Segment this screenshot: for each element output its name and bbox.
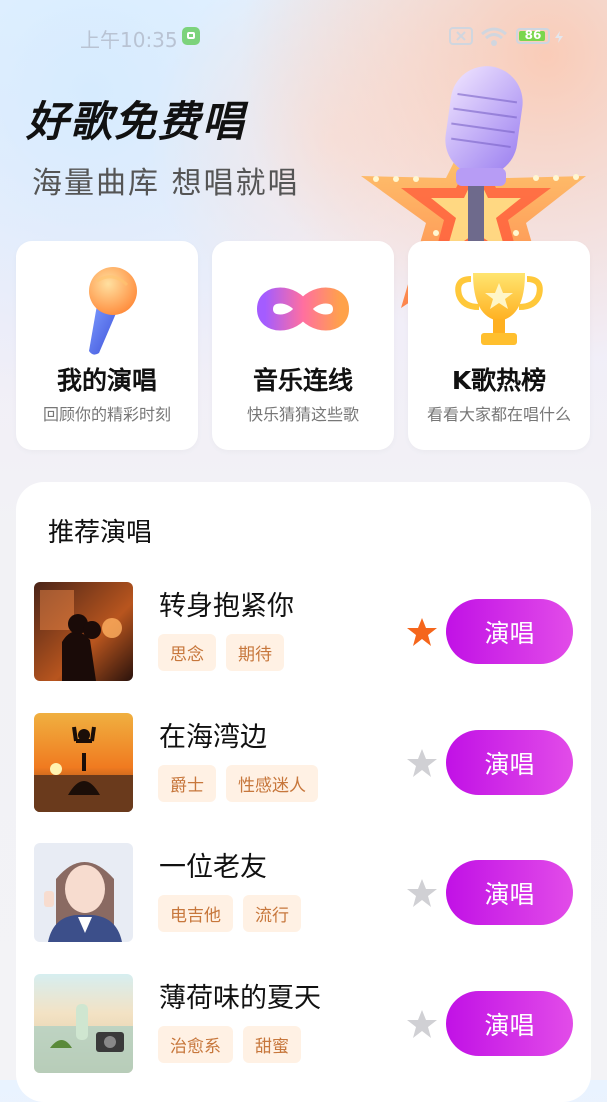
card-description: 回顾你的精彩时刻 bbox=[42, 405, 171, 424]
song-title: 在海湾边 bbox=[159, 722, 267, 753]
recommend-panel: 推荐演唱 转身抱紧你 思念 期待 演唱 在海湾边 爵士 性感迷人 演唱 一位老友… bbox=[16, 482, 591, 1102]
charging-icon bbox=[555, 31, 563, 43]
song-cover bbox=[34, 582, 133, 681]
music-link-card[interactable]: 音乐连线 快乐猜猜这些歌 bbox=[212, 241, 394, 450]
trophy-icon bbox=[455, 273, 543, 345]
song-tags: 爵士 性感迷人 bbox=[158, 765, 318, 802]
infinity-icon bbox=[256, 287, 350, 331]
song-row: 转身抱紧你 思念 期待 演唱 bbox=[16, 582, 591, 682]
hero-subtitle: 海量曲库 想唱就唱 bbox=[32, 166, 300, 201]
status-time: 上午10:35 bbox=[80, 28, 178, 52]
karaoke-chart-card[interactable]: K歌热榜 看看大家都在唱什么 bbox=[408, 241, 590, 450]
notification-icon bbox=[182, 27, 200, 45]
song-tag: 性感迷人 bbox=[226, 765, 318, 802]
song-title: 薄荷味的夏天 bbox=[159, 983, 321, 1014]
card-description: 看看大家都在唱什么 bbox=[426, 405, 571, 424]
favorite-star-icon[interactable] bbox=[406, 877, 438, 909]
song-tags: 思念 期待 bbox=[158, 634, 284, 671]
song-title: 一位老友 bbox=[159, 852, 267, 883]
card-title: K歌热榜 bbox=[451, 366, 547, 395]
battery-level: 86 bbox=[524, 28, 542, 42]
recommend-title: 推荐演唱 bbox=[48, 518, 153, 548]
favorite-star-icon[interactable] bbox=[406, 616, 438, 648]
song-tags: 电吉他 流行 bbox=[158, 895, 301, 932]
card-title: 我的演唱 bbox=[56, 366, 157, 395]
song-row: 一位老友 电吉他 流行 演唱 bbox=[16, 843, 591, 943]
no-sim-icon bbox=[449, 27, 473, 45]
song-tag: 电吉他 bbox=[158, 895, 233, 932]
song-cover bbox=[34, 974, 133, 1073]
hero-title: 好歌免费唱 bbox=[26, 97, 247, 146]
my-performances-card[interactable]: 我的演唱 回顾你的精彩时刻 bbox=[16, 241, 198, 450]
song-cover bbox=[34, 713, 133, 812]
sing-button[interactable]: 演唱 bbox=[446, 860, 573, 925]
song-row: 薄荷味的夏天 治愈系 甜蜜 演唱 bbox=[16, 974, 591, 1074]
song-title: 转身抱紧你 bbox=[159, 591, 294, 622]
sing-button[interactable]: 演唱 bbox=[446, 730, 573, 795]
wifi-icon bbox=[481, 27, 507, 46]
microphone-icon bbox=[89, 267, 137, 355]
song-tag: 期待 bbox=[226, 634, 284, 671]
song-tag: 思念 bbox=[158, 634, 216, 671]
favorite-star-icon[interactable] bbox=[406, 747, 438, 779]
card-title: 音乐连线 bbox=[252, 366, 353, 395]
song-tag: 爵士 bbox=[158, 765, 216, 802]
song-tag: 甜蜜 bbox=[243, 1026, 301, 1063]
favorite-star-icon[interactable] bbox=[406, 1008, 438, 1040]
sing-button[interactable]: 演唱 bbox=[446, 991, 573, 1056]
song-cover bbox=[34, 843, 133, 942]
sing-button[interactable]: 演唱 bbox=[446, 599, 573, 664]
card-description: 快乐猜猜这些歌 bbox=[246, 405, 359, 424]
song-tag: 流行 bbox=[243, 895, 301, 932]
song-row: 在海湾边 爵士 性感迷人 演唱 bbox=[16, 713, 591, 813]
song-tags: 治愈系 甜蜜 bbox=[158, 1026, 301, 1063]
battery-icon: 86 bbox=[516, 28, 550, 44]
song-tag: 治愈系 bbox=[158, 1026, 233, 1063]
